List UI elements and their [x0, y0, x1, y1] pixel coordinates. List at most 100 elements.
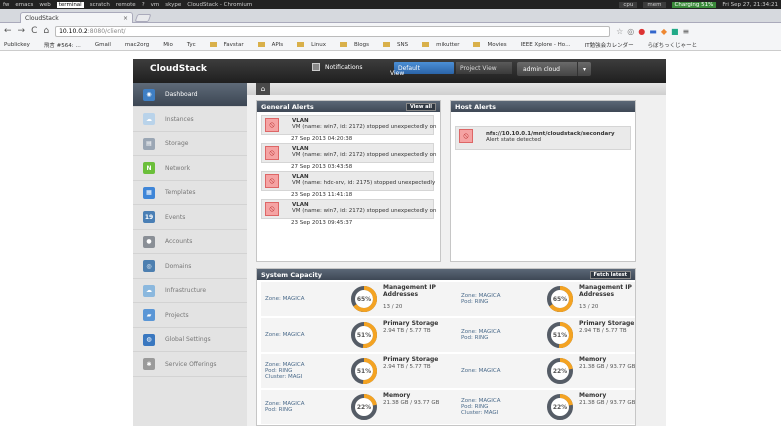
capacity-cell: Zone: MAGICA Pod: RING 22% Memory 21.38 GB /… — [261, 390, 457, 424]
sidebar-item-label: Instances — [165, 115, 194, 123]
sidebar-item-domains[interactable]: ◎ Domains — [133, 255, 247, 279]
capacity-value: 2.94 TB / 5.77 TB — [383, 328, 431, 334]
bookmark[interactable]: IT勉強会カレンダー — [585, 41, 641, 49]
storage-icon: ▤ — [143, 137, 155, 150]
bookmark[interactable]: mikutter — [422, 41, 466, 48]
alert-item[interactable]: ⦸ VLAN VM (name: hdc-srv, id: 2175) stoppe… — [261, 171, 435, 191]
extension-icon[interactable]: ▬ — [649, 27, 657, 36]
bookmark[interactable]: Movies — [473, 41, 513, 48]
mem-meter: mem — [643, 1, 666, 8]
alert-item[interactable]: ⦸ VLAN VM (name: win7, id: 2172) stopped u… — [261, 143, 436, 163]
star-icon[interactable]: ☆ — [616, 27, 623, 36]
project-view-button[interactable]: Project View — [456, 62, 512, 74]
bookmark[interactable]: SNS — [383, 41, 415, 48]
capacity-value: 13 / 20 — [383, 304, 403, 310]
sidebar-item-templates[interactable]: ▦ Templates — [133, 181, 247, 205]
sidebar-item-infrastructure[interactable]: ☁ Infrastructure — [133, 279, 247, 303]
bookmark[interactable]: Publickey — [4, 42, 37, 48]
sidebar-item-global-settings[interactable]: ◍ Global Settings — [133, 328, 247, 352]
forward-icon[interactable]: → — [18, 26, 26, 36]
sidebar-item-events[interactable]: 19 Events — [133, 206, 247, 230]
capacity-zone: Zone: MAGICA — [265, 332, 305, 338]
extension-icon[interactable]: ◆ — [661, 27, 667, 36]
sidebar-item-instances[interactable]: ☁ Instances — [133, 108, 247, 132]
sidebar-item-accounts[interactable]: ● Accounts — [133, 230, 247, 254]
sidebar-item-label: Dashboard — [165, 91, 198, 98]
capacity-percent: 22% — [552, 403, 568, 411]
fetch-latest-button[interactable]: Fetch latest — [589, 270, 631, 279]
capacity-title: Management IP Addresses — [383, 284, 436, 298]
extension-icon[interactable]: ◎ — [627, 27, 634, 36]
sidebar-item-service-offerings[interactable]: ✱ Service Offerings — [133, 353, 247, 377]
address-bar[interactable]: 10.10.0.2 :8080/client/ — [55, 25, 611, 37]
folder-icon — [422, 41, 430, 47]
bookmark[interactable]: Favstar — [209, 41, 251, 48]
host-alert-item[interactable]: ⦸ nfs://10.10.0.1/mnt/cloudstack/seconda… — [455, 126, 631, 150]
os-item[interactable]: fw — [3, 2, 9, 8]
alert-icon: ⦸ — [265, 202, 279, 216]
url-path: :8080/client/ — [87, 27, 126, 35]
capacity-cell: Zone: MAGICA 22% Memory 21.38 GB / 93.77 GB — [457, 354, 635, 388]
menu-icon[interactable]: ≡ — [683, 27, 690, 36]
user-menu-button[interactable]: admin cloud ▾ — [517, 62, 591, 76]
sidebar-item-label: Infrastructure — [165, 287, 207, 294]
network-icon: N — [143, 162, 155, 174]
capacity-percent: 22% — [552, 367, 568, 375]
bookmark[interactable]: Linux — [297, 41, 333, 48]
capacity-title: Primary Storage — [383, 356, 439, 363]
alert-item[interactable]: ⦸ VLAN VM (name: win7, id: 2172) stopped u… — [261, 199, 436, 219]
bookmark[interactable]: Mio — [163, 42, 180, 48]
bookmark[interactable]: Tyc — [187, 42, 203, 48]
system-capacity-panel: System Capacity Fetch latest Zone: MAGIC… — [256, 268, 636, 426]
folder-icon — [473, 41, 481, 47]
capacity-row: Zone: MAGICA 51% Primary Storage 2.94 TB / … — [261, 318, 635, 352]
bookmark[interactable]: らぼちっくじゃーと — [648, 41, 705, 49]
bookmark[interactable]: mac2org — [125, 42, 156, 48]
folder-icon — [209, 41, 217, 47]
view-all-button[interactable]: View all — [405, 102, 436, 111]
capacity-zone: Zone: MAGICA Pod: RING — [461, 329, 501, 341]
browser-tab[interactable]: CloudStack × — [20, 12, 133, 23]
general-alerts-panel: General Alerts View all ⦸ VLAN VM (name: w… — [256, 100, 441, 262]
panel-header: Host Alerts — [451, 101, 635, 112]
bookmark[interactable]: APIs — [257, 41, 291, 48]
reload-icon[interactable]: C — [31, 26, 37, 36]
infrastructure-icon: ☁ — [143, 284, 155, 297]
os-item[interactable]: remote — [116, 2, 136, 8]
extension-icon[interactable]: ● — [638, 27, 645, 36]
os-item[interactable]: skype — [165, 2, 181, 8]
globe-icon: ◍ — [143, 333, 155, 346]
sidebar-item-dashboard[interactable]: ◉ Dashboard — [133, 83, 247, 107]
notification-icon — [312, 63, 320, 71]
tab-title: CloudStack — [25, 14, 59, 22]
alert-item[interactable]: ⦸ VLAN VM (name: win7, id: 2172) stopped u… — [261, 115, 436, 135]
os-item-active[interactable]: terminal — [56, 1, 84, 8]
bookmark[interactable]: IEEE Xplore - Ho… — [521, 42, 578, 48]
capacity-zone: Zone: MAGICA Pod: RING Cluster: MAGI — [461, 398, 501, 416]
bookmark[interactable]: Blogs — [339, 41, 376, 48]
close-icon[interactable]: × — [123, 15, 128, 22]
home-icon[interactable]: ⌂ — [256, 83, 270, 95]
sidebar-item-storage[interactable]: ▤ Storage — [133, 132, 247, 156]
bookmark[interactable]: 飛言 #564: … — [44, 41, 88, 49]
os-item[interactable]: vm — [151, 2, 160, 8]
os-item[interactable]: ? — [142, 2, 145, 8]
notifications-button[interactable]: Notifications — [312, 63, 363, 71]
sidebar-item-label: Storage — [165, 140, 189, 147]
sidebar-item-network[interactable]: N Network — [133, 157, 247, 181]
capacity-title: Memory — [579, 392, 607, 399]
chevron-down-icon[interactable]: ▾ — [577, 62, 591, 76]
os-item[interactable]: scratch — [90, 2, 110, 8]
sidebar-item-projects[interactable]: ▰ Projects — [133, 304, 247, 328]
capacity-value: 2.94 TB / 5.77 TB — [383, 364, 431, 370]
os-item[interactable]: web — [39, 2, 50, 8]
extension-icon[interactable]: ■ — [671, 27, 679, 36]
home-icon[interactable]: ⌂ — [43, 26, 49, 36]
back-icon[interactable]: ← — [4, 26, 12, 36]
os-item[interactable]: emacs — [15, 2, 33, 8]
alert-icon: ⦸ — [459, 129, 473, 143]
capacity-percent: 22% — [356, 403, 372, 411]
capacity-title: Management IP Addresses — [579, 284, 632, 298]
templates-icon: ▦ — [143, 186, 155, 199]
bookmark[interactable]: Gmail — [95, 42, 118, 48]
